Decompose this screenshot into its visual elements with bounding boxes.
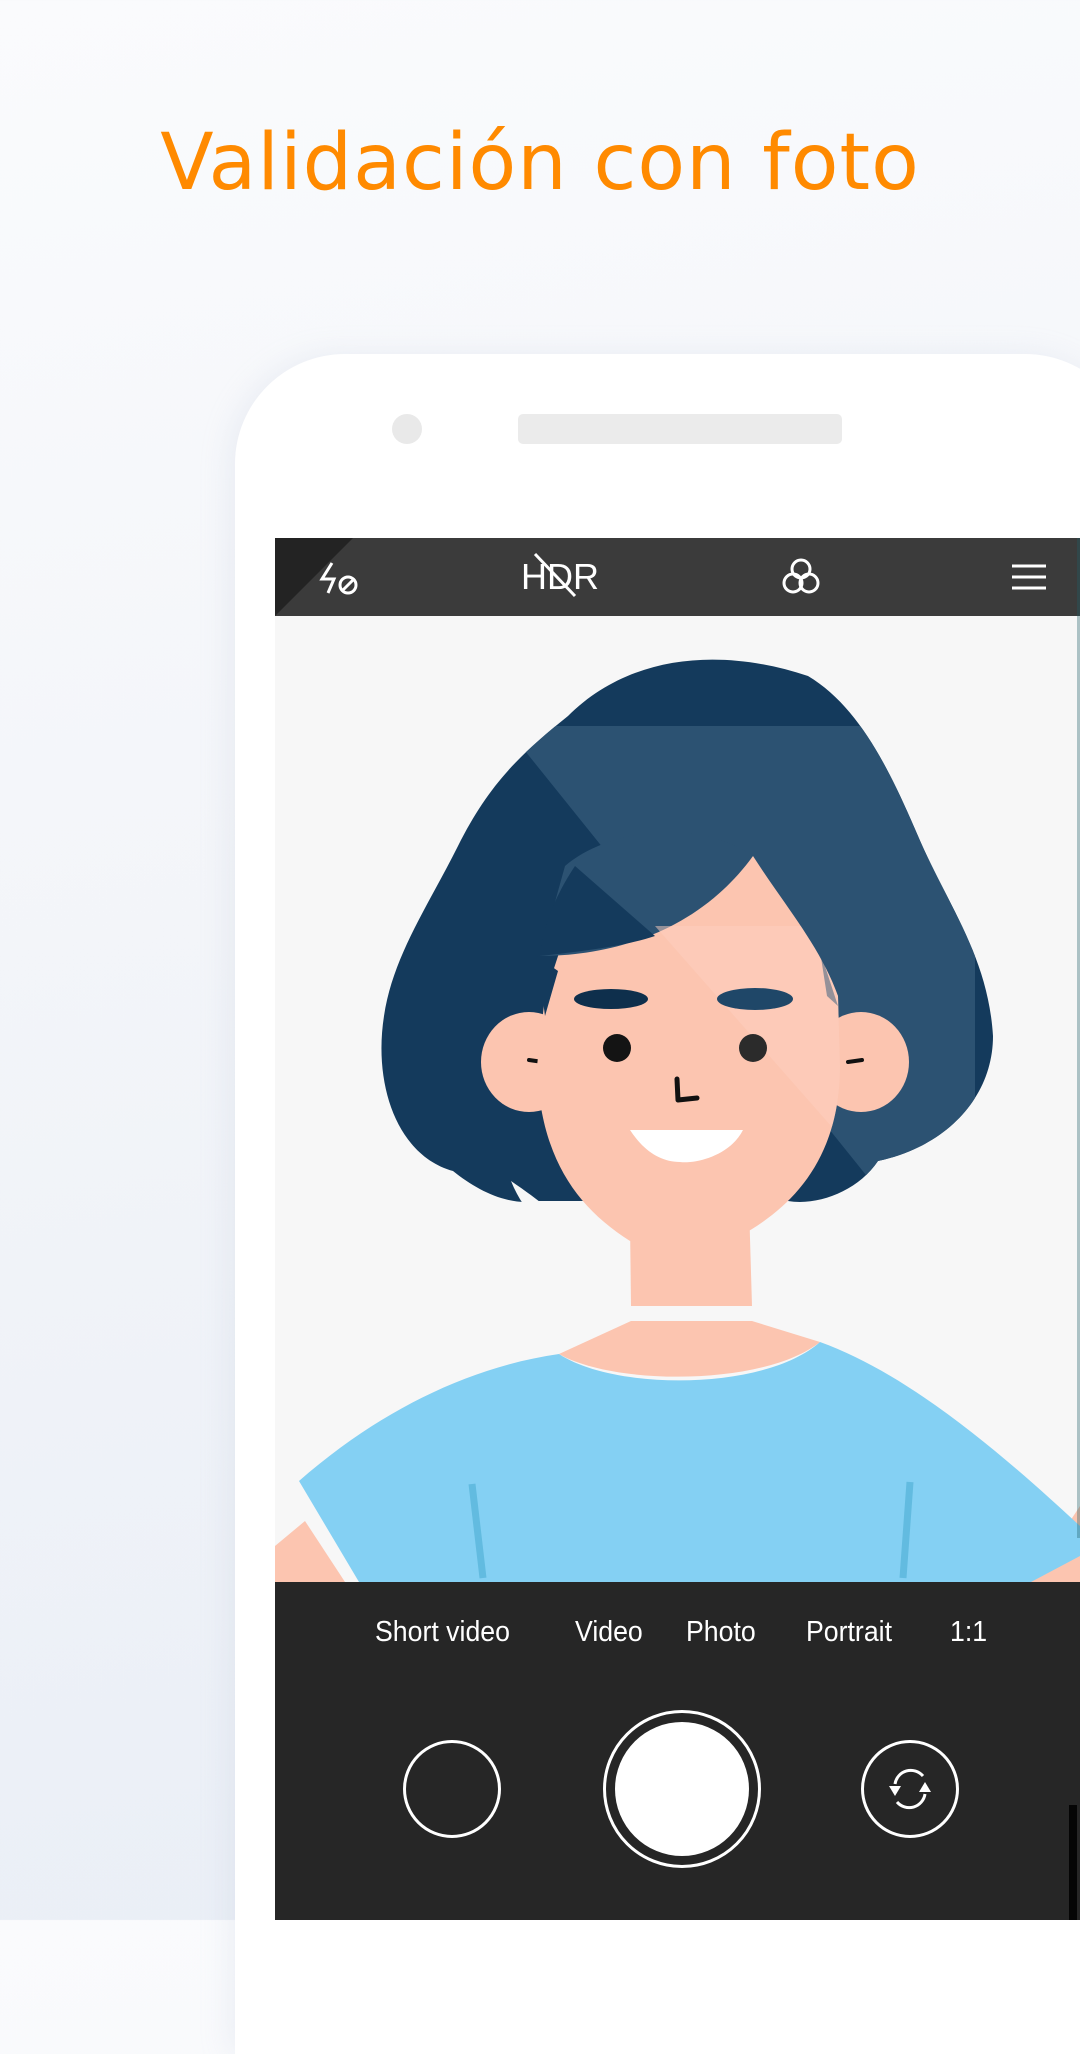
headline-text: Validación con foto bbox=[160, 118, 920, 208]
ear-right-line bbox=[846, 1058, 864, 1064]
scroll-indicator[interactable] bbox=[1069, 1805, 1077, 1920]
eyebrow-left bbox=[574, 989, 648, 1009]
eyebrow-right bbox=[717, 988, 793, 1010]
menu-button[interactable] bbox=[999, 538, 1059, 616]
camera-top-bar: HDR bbox=[275, 538, 1080, 616]
mode-portrait[interactable]: Portrait bbox=[806, 1616, 892, 1649]
gallery-button[interactable] bbox=[403, 1740, 501, 1838]
phone-front-camera bbox=[392, 414, 422, 444]
camera-viewfinder bbox=[275, 616, 1080, 1582]
filters-button[interactable] bbox=[771, 538, 831, 616]
mode-video[interactable]: Video bbox=[575, 1616, 643, 1649]
woman-illustration bbox=[275, 659, 1080, 1582]
hdr-slash bbox=[533, 552, 577, 598]
shirt bbox=[299, 1342, 1080, 1582]
phone-speaker bbox=[518, 414, 842, 444]
switch-camera-icon bbox=[889, 1768, 931, 1810]
switch-camera-button[interactable] bbox=[861, 1740, 959, 1838]
flash-off-icon bbox=[319, 562, 358, 595]
filters-icon bbox=[782, 558, 820, 594]
mode-photo[interactable]: Photo bbox=[686, 1616, 756, 1649]
eye-right bbox=[739, 1034, 767, 1062]
camera-screen: HDR Short video Video Photo Portrait 1:1 bbox=[275, 538, 1080, 1920]
headline: Validación con foto bbox=[0, 118, 1080, 208]
flash-toggle-button[interactable] bbox=[305, 538, 375, 616]
camera-bottom-bar: Short video Video Photo Portrait 1:1 bbox=[275, 1582, 1080, 1920]
menu-icon bbox=[1012, 564, 1046, 590]
hdr-off-icon: HDR bbox=[521, 552, 599, 598]
hdr-toggle-button[interactable]: HDR bbox=[515, 538, 605, 616]
mode-short-video[interactable]: Short video bbox=[375, 1616, 510, 1649]
shutter-button[interactable] bbox=[603, 1710, 761, 1868]
mode-square[interactable]: 1:1 bbox=[950, 1616, 987, 1649]
eye-left bbox=[603, 1034, 631, 1062]
camera-mode-selector: Short video Video Photo Portrait 1:1 bbox=[275, 1582, 1080, 1686]
shutter-icon bbox=[615, 1722, 749, 1856]
